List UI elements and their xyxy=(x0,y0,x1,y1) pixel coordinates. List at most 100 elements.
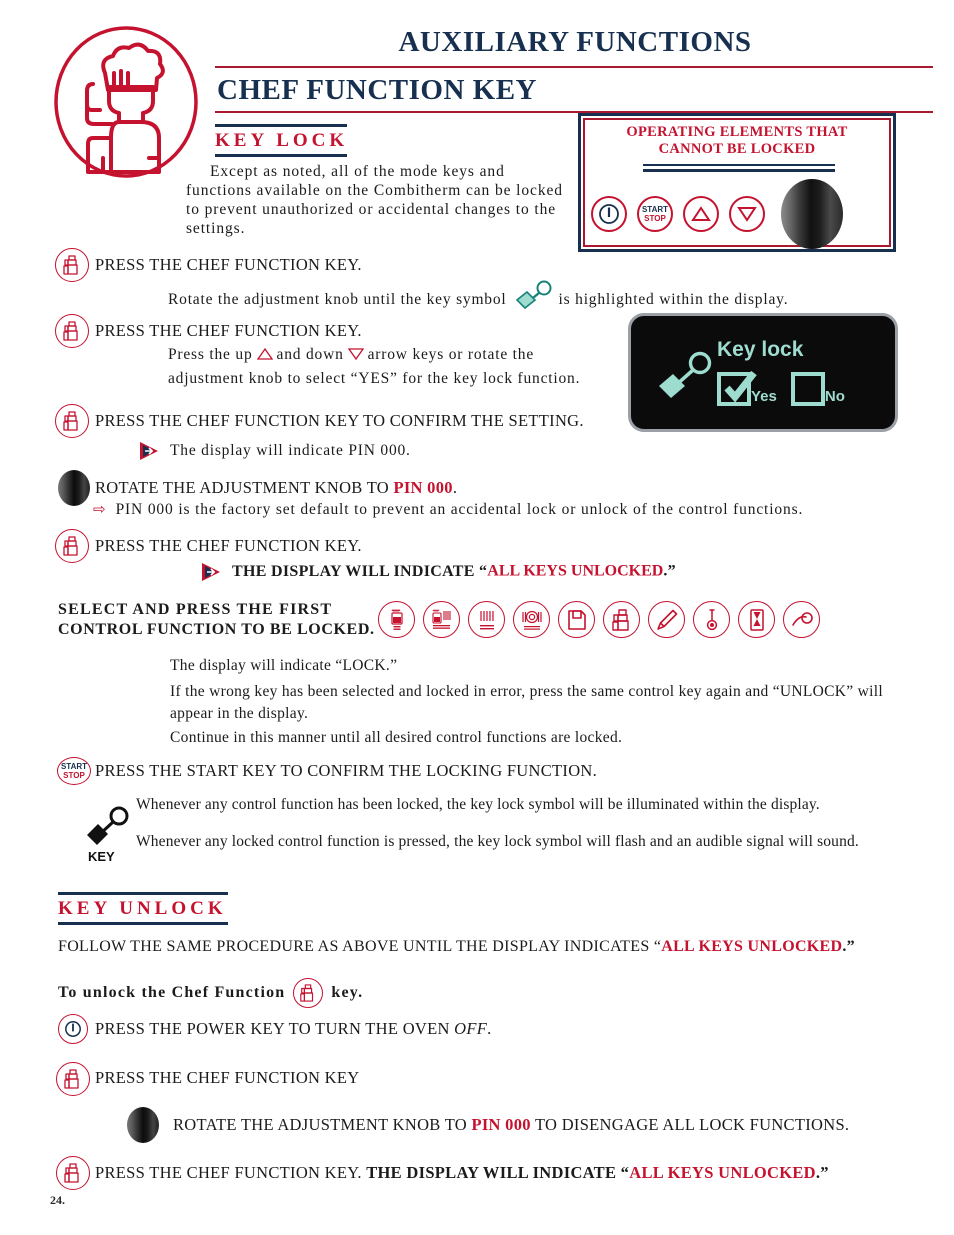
chef-function-key-icon[interactable] xyxy=(56,1156,90,1190)
start-label: START xyxy=(60,762,88,771)
start-stop-key-icon[interactable]: START STOP xyxy=(57,757,91,785)
chef-function-key-icon[interactable] xyxy=(55,404,89,438)
step-5-sub-red: ALL KEYS UNLOCKED xyxy=(487,562,664,580)
step-6-line1: SELECT AND PRESS THE FIRST xyxy=(58,601,333,618)
key-unlock-line2-a: To unlock the Chef Function xyxy=(58,984,286,1001)
unlock-4-red: ALL KEYS UNLOCKED xyxy=(629,1163,816,1182)
down-arrow-inline-icon xyxy=(347,347,364,366)
step-3-sub-row: The display will indicate PIN 000. xyxy=(138,440,411,462)
key-unlock-line2-b: key. xyxy=(331,984,364,1001)
lcd-options: Yes No xyxy=(717,370,845,406)
start-label: START xyxy=(641,205,669,214)
adjustment-knob-icon[interactable] xyxy=(781,179,843,249)
no-label: No xyxy=(824,388,845,405)
step-3-text: PRESS THE CHEF FUNCTION KEY TO CONFIRM T… xyxy=(95,411,584,430)
oe-underline-thick xyxy=(643,169,835,172)
step-7-sub-2: Whenever any locked control function is … xyxy=(136,833,859,850)
step-5-sub-a: THE DISPLAY WILL INDICATE “ xyxy=(232,562,488,580)
fan-speed-icon[interactable] xyxy=(783,601,820,638)
step-6-sub-2: If the wrong key has been selected and l… xyxy=(170,683,883,722)
key-symbol-teal-icon xyxy=(511,280,555,315)
step-3-chef-key-icon[interactable] xyxy=(55,404,89,438)
down-arrow-key-icon[interactable] xyxy=(729,196,765,232)
step-1-sub-a: Rotate the adjustment knob until the key… xyxy=(168,291,507,308)
step-2-sub-b: and down xyxy=(276,346,344,363)
step-5-chef-key-icon[interactable] xyxy=(55,529,89,563)
up-arrow-key-icon[interactable] xyxy=(683,196,719,232)
power-key-icon[interactable] xyxy=(58,1014,88,1044)
operating-elements-keys: START STOP xyxy=(591,179,891,249)
memory-card-icon[interactable] xyxy=(558,601,595,638)
lcd-option-no[interactable]: No xyxy=(790,372,845,406)
adjustment-knob-icon[interactable] xyxy=(127,1107,159,1143)
step-2-text: PRESS THE CHEF FUNCTION KEY. xyxy=(95,321,362,340)
unlock-3-pin: PIN 000 xyxy=(471,1115,531,1134)
chef-function-key-icon[interactable] xyxy=(55,314,89,348)
chef-function-key-icon[interactable] xyxy=(55,248,89,282)
combi-steam-icon[interactable] xyxy=(378,601,415,638)
key-lock-heading-label: KEY LOCK xyxy=(215,130,349,151)
pencil-edit-icon[interactable] xyxy=(648,601,685,638)
key-unlock-heading-label: KEY UNLOCK xyxy=(58,898,227,919)
lcd-display-panel: Key lock Yes No xyxy=(628,313,898,432)
arrow-bullet-icon xyxy=(138,440,160,462)
step-7-start-key-icon[interactable]: START STOP xyxy=(57,756,91,785)
unlock-1-b: . xyxy=(487,1019,492,1038)
step-1-chef-key-icon[interactable] xyxy=(55,248,89,282)
unlock-step-3-knob-icon[interactable] xyxy=(127,1107,159,1143)
step-2-chef-key-icon[interactable] xyxy=(55,314,89,348)
retherm-icon[interactable] xyxy=(513,601,550,638)
lcd-key-symbol-icon xyxy=(653,350,717,406)
step-2-sub-c: arrow keys or rotate the xyxy=(367,346,535,363)
page-number: 24. xyxy=(50,1193,65,1207)
unlock-step-1-power-icon[interactable] xyxy=(58,1014,88,1044)
step-6-heading: SELECT AND PRESS THE FIRST CONTROL FUNCT… xyxy=(58,601,375,639)
heading-rule-bottom xyxy=(215,154,347,157)
power-key-icon[interactable] xyxy=(591,196,627,232)
unlock-step-3-text: ROTATE THE ADJUSTMENT KNOB TO PIN 000 TO… xyxy=(173,1115,849,1135)
unlock-4-bold: THE DISPLAY WILL INDICATE “ xyxy=(366,1163,630,1182)
step-4-text-b: . xyxy=(452,478,458,497)
chef-function-key-icon[interactable] xyxy=(293,978,324,1008)
heading-rule-bottom xyxy=(58,922,228,925)
step-6-sub-1: The display will indicate “LOCK.” xyxy=(170,657,398,674)
no-checkbox[interactable] xyxy=(790,372,825,406)
chef-function-key-icon[interactable] xyxy=(56,1062,90,1096)
step-4-text-a: ROTATE THE ADJUSTMENT KNOB TO xyxy=(95,478,394,497)
start-stop-key-icon[interactable]: START STOP xyxy=(637,196,673,232)
unlock-step-1-text: PRESS THE POWER KEY TO TURN THE OVEN OFF… xyxy=(95,1019,492,1039)
key-unlock-line-1: FOLLOW THE SAME PROCEDURE AS ABOVE UNTIL… xyxy=(58,938,855,956)
unlock-step-4-chef-icon[interactable] xyxy=(56,1156,90,1190)
unlock-4-b: .” xyxy=(815,1163,829,1182)
step-5-sub-row: THE DISPLAY WILL INDICATE “ALL KEYS UNLO… xyxy=(200,561,676,583)
step-4-knob-icon[interactable] xyxy=(58,470,90,506)
step-1-sub-b: is highlighted within the display. xyxy=(558,291,789,308)
hourglass-timer-icon[interactable] xyxy=(738,601,775,638)
arrow-bullet-icon xyxy=(200,561,222,583)
stop-label: STOP xyxy=(644,214,666,223)
key-unlock-line1-a: FOLLOW THE SAME PROCEDURE AS ABOVE UNTIL… xyxy=(58,938,662,955)
convection-icon[interactable] xyxy=(468,601,505,638)
step-5-text: PRESS THE CHEF FUNCTION KEY. xyxy=(95,536,362,555)
unlock-step-2-chef-icon[interactable] xyxy=(56,1062,90,1096)
key-unlock-line-2: To unlock the Chef Function key. xyxy=(58,978,363,1008)
oe-title-line1: OPERATING ELEMENTS THAT xyxy=(626,124,848,140)
adjustment-knob-icon[interactable] xyxy=(58,470,90,506)
yes-checkbox[interactable] xyxy=(717,370,757,406)
step-2-sub-row-2: adjustment knob to select “YES” for the … xyxy=(168,370,581,387)
unlock-3-b: TO DISENGAGE ALL LOCK FUNCTIONS. xyxy=(530,1115,850,1134)
step-1-text: PRESS THE CHEF FUNCTION KEY. xyxy=(95,255,362,274)
lcd-title: Key lock xyxy=(717,338,804,361)
probe-thermometer-icon[interactable] xyxy=(693,601,730,638)
step-2-sub-row-1: Press the up and down arrow keys or rota… xyxy=(168,346,534,366)
step-6-sub-3: Continue in this manner until all desire… xyxy=(170,729,623,746)
step-2-sub-a: Press the up xyxy=(168,346,253,363)
combi-convection-icon[interactable] xyxy=(423,601,460,638)
step-6-line2: CONTROL FUNCTION TO BE LOCKED. xyxy=(58,621,375,638)
chef-function-key-icon[interactable] xyxy=(55,529,89,563)
lcd-option-yes[interactable]: Yes xyxy=(717,370,777,406)
step-4-note: PIN 000 is the factory set default to pr… xyxy=(115,501,804,518)
key-lock-heading: KEY LOCK xyxy=(215,124,348,157)
manual-page: AUXILIARY FUNCTIONS CHEF FUNCTION KEY KE… xyxy=(0,0,954,1235)
chef-function-icon[interactable] xyxy=(603,601,640,638)
